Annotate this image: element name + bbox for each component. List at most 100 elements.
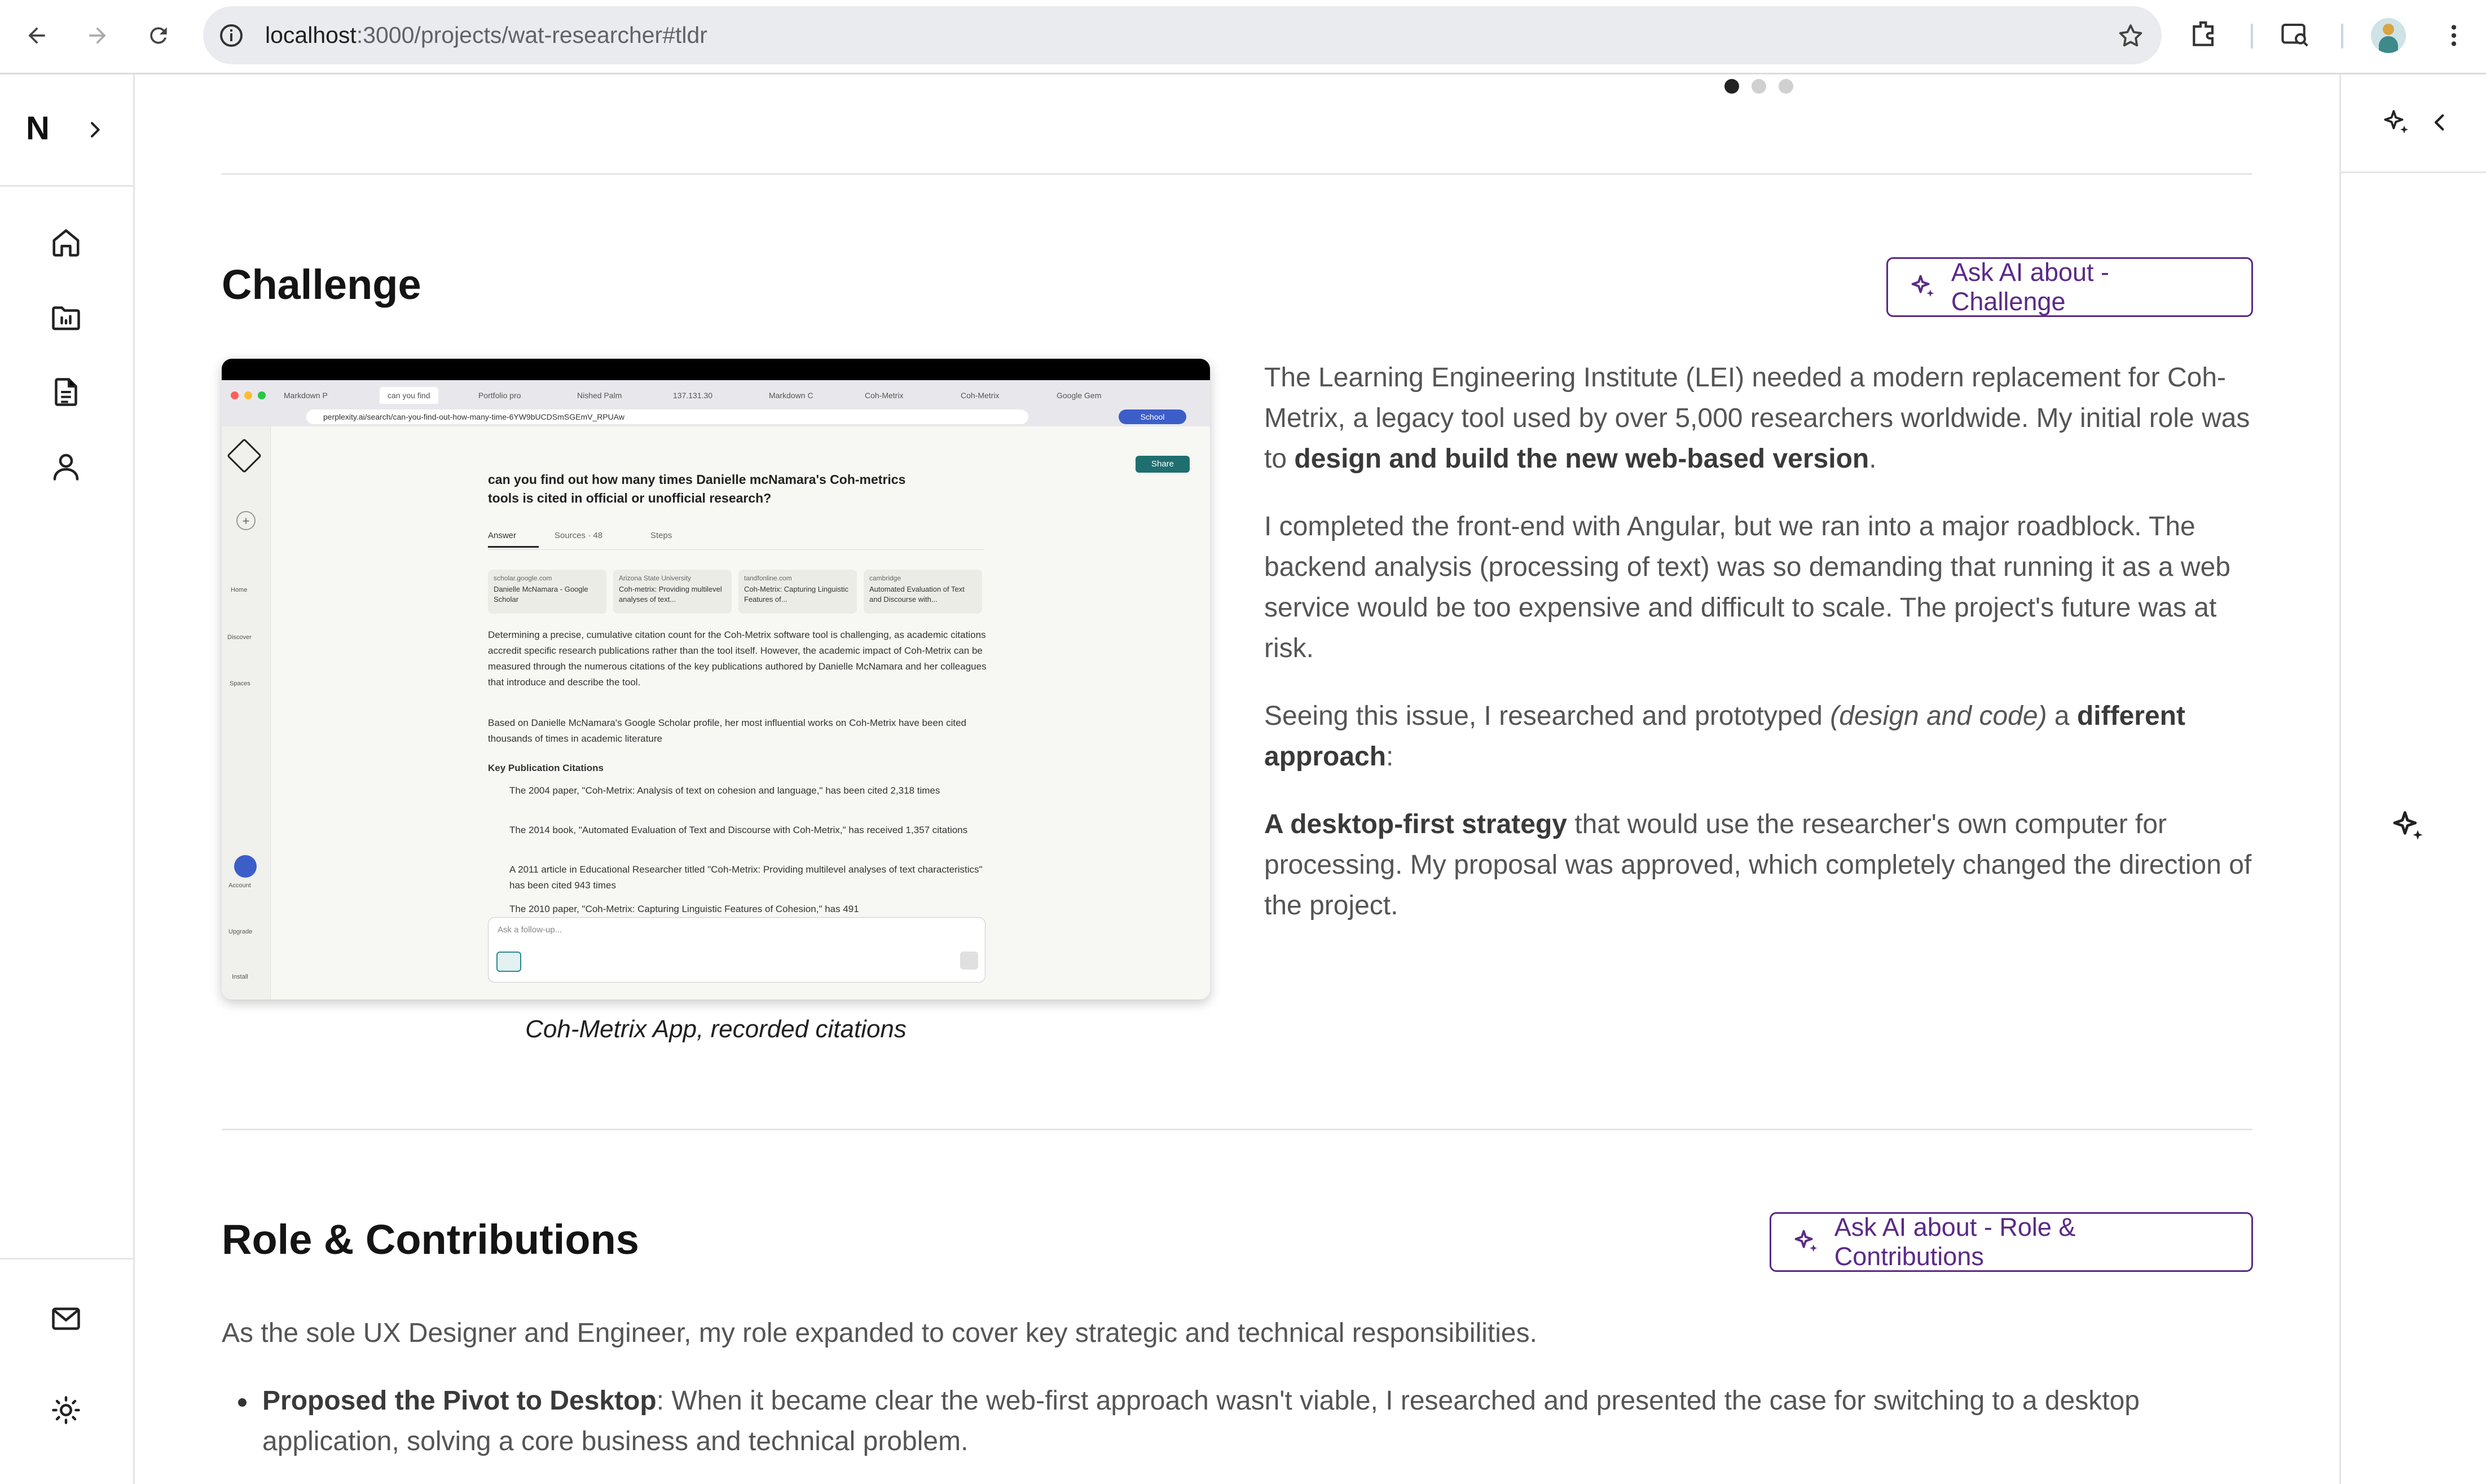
mini-nav-label: Spaces (230, 680, 250, 687)
ai-side-panel (2339, 74, 2486, 1484)
mini-tab: Markdown C (769, 391, 813, 400)
carousel-dot[interactable] (1752, 79, 1766, 94)
sidebar-item-about[interactable] (37, 438, 95, 495)
panel-divider (2341, 171, 2486, 173)
mini-answer-tab: Answer (488, 531, 517, 540)
toolbar-divider (2341, 24, 2343, 49)
challenge-image[interactable]: Markdown P can you find Portfolio pro Ni… (222, 359, 1210, 999)
bullet-dot (238, 1398, 247, 1407)
left-sidebar: N (0, 74, 135, 1484)
window-close-dot (231, 391, 239, 399)
mini-answer-paragraph: Based on Danielle McNamara's Google Scho… (488, 717, 966, 744)
sparkle-icon (1911, 275, 1934, 297)
role-heading: Role & Contributions (222, 1216, 639, 1263)
mini-tab: Google Gem (1057, 391, 1102, 400)
mini-tab: Portfolio pro (478, 391, 521, 400)
back-button[interactable] (17, 17, 56, 54)
mini-tab-underline (488, 546, 539, 548)
mini-nav-label: Account (228, 882, 251, 889)
contact-button[interactable] (37, 1290, 95, 1348)
home-icon (52, 229, 80, 257)
extensions-icon[interactable] (2189, 19, 2220, 50)
mini-source-card: tandfonline.com Coh-Metrix: Capturing Li… (738, 570, 857, 614)
carousel-dot[interactable] (1779, 79, 1793, 94)
mini-nav-label: Discover (227, 634, 252, 641)
forward-button[interactable] (78, 17, 117, 54)
new-thread-icon: + (236, 511, 256, 530)
mini-bullet: A 2011 article in Educational Researcher… (509, 864, 983, 891)
user-icon (53, 453, 79, 481)
reload-icon (150, 27, 167, 44)
mini-nav-label: Upgrade (228, 928, 253, 935)
challenge-paragraph-1: The Learning Engineering Institute (LEI)… (1264, 363, 2250, 474)
sidebar-divider (0, 1258, 133, 1260)
chevron-left-icon[interactable] (2428, 111, 2452, 134)
sparkle-icon[interactable] (2381, 107, 2412, 139)
mini-bullet: The 2010 paper, "Coh-Metrix: Capturing L… (509, 904, 859, 914)
mini-bullet: The 2014 book, "Automated Evaluation of … (509, 825, 968, 835)
profile-avatar[interactable] (2371, 18, 2406, 53)
role-intro: As the sole UX Designer and Engineer, my… (222, 1318, 1537, 1348)
arrow-right-icon (89, 27, 106, 44)
mini-tab: Nished Palm (577, 391, 622, 400)
mini-tabs-divider (488, 549, 984, 550)
role-bullet-1: Proposed the Pivot to Desktop: When it b… (262, 1386, 2140, 1456)
chevron-right-icon[interactable] (83, 118, 106, 141)
url-text[interactable]: localhost:3000/projects/wat-researcher#t… (265, 6, 707, 64)
challenge-paragraph-4: A desktop-first strategy that would use … (1264, 809, 2252, 921)
sidebar-item-home[interactable] (37, 214, 95, 271)
tab-search-icon[interactable] (2279, 20, 2312, 50)
mini-source-card: scholar.google.com Danielle McNamara - G… (488, 570, 606, 614)
sidebar-item-resume[interactable] (37, 363, 95, 421)
mini-source-card: cambridge Automated Evaluation of Text a… (864, 570, 982, 614)
challenge-paragraph-2: I completed the front-end with Angular, … (1264, 512, 2230, 663)
address-bar[interactable]: localhost:3000/projects/wat-researcher#t… (203, 6, 2162, 64)
bookmark-star-icon[interactable] (2117, 22, 2145, 50)
reload-button[interactable] (139, 17, 178, 54)
sparkle-icon (1794, 1230, 1818, 1252)
ask-ai-role-button[interactable]: Ask AI about - Role & Contributions (1770, 1212, 2253, 1272)
challenge-heading: Challenge (222, 261, 421, 308)
mini-url: perplexity.ai/search/can-you-find-out-ho… (306, 409, 1028, 424)
ask-ai-challenge-button[interactable]: Ask AI about - Challenge (1886, 257, 2253, 317)
section-divider (222, 1129, 2252, 1130)
browser-toolbar: localhost:3000/projects/wat-researcher#t… (0, 0, 2486, 74)
image-top-bar (222, 359, 1210, 380)
mini-sources-tab: Sources · 48 (555, 531, 603, 540)
mini-tab: Coh-Metrix (865, 391, 904, 400)
projects-icon (52, 306, 80, 331)
window-max-dot (258, 391, 266, 399)
kebab-menu-icon[interactable] (2440, 20, 2468, 51)
mini-school-badge: School (1119, 409, 1186, 424)
challenge-paragraph-3: Seeing this issue, I researched and prot… (1264, 701, 2185, 772)
sidebar-item-projects[interactable] (37, 289, 95, 346)
mini-tab-active: can you find (380, 387, 438, 404)
mini-question: can you find out how many times Danielle… (488, 472, 906, 505)
mini-nav-label: Home (231, 587, 248, 593)
site-logo[interactable]: N (26, 109, 50, 147)
mini-nav-label: Install (232, 974, 248, 980)
mail-icon (52, 1307, 80, 1330)
mini-answer-paragraph: Determining a precise, cumulative citati… (488, 629, 987, 688)
image-caption: Coh-Metrix App, recorded citations (525, 1015, 907, 1043)
window-min-dot (244, 391, 252, 399)
mini-account-avatar (234, 855, 257, 878)
arrow-left-icon (28, 27, 45, 44)
theme-toggle-button[interactable] (37, 1381, 95, 1439)
mini-bullet: The 2004 paper, "Coh-Metrix: Analysis of… (509, 785, 940, 796)
toolbar-divider (2251, 24, 2253, 49)
mini-share-button: Share (1136, 456, 1190, 473)
document-icon (55, 378, 77, 406)
mini-steps-tab: Steps (650, 531, 672, 540)
mini-tab: 137.131.30 (673, 391, 713, 400)
mini-key-heading: Key Publication Citations (488, 763, 604, 773)
carousel-dot-active[interactable] (1724, 79, 1739, 94)
mini-tab: Markdown P (284, 391, 328, 400)
sun-icon (52, 1396, 80, 1424)
sidebar-divider (0, 185, 133, 187)
mini-followup-box: Ask a follow-up... (488, 917, 985, 983)
sparkle-icon[interactable] (2389, 808, 2427, 846)
mini-tab: Coh-Metrix (961, 391, 1000, 400)
mini-source-card: Arizona State University Coh-metrix: Pro… (613, 570, 732, 614)
site-info-icon[interactable] (218, 22, 245, 49)
